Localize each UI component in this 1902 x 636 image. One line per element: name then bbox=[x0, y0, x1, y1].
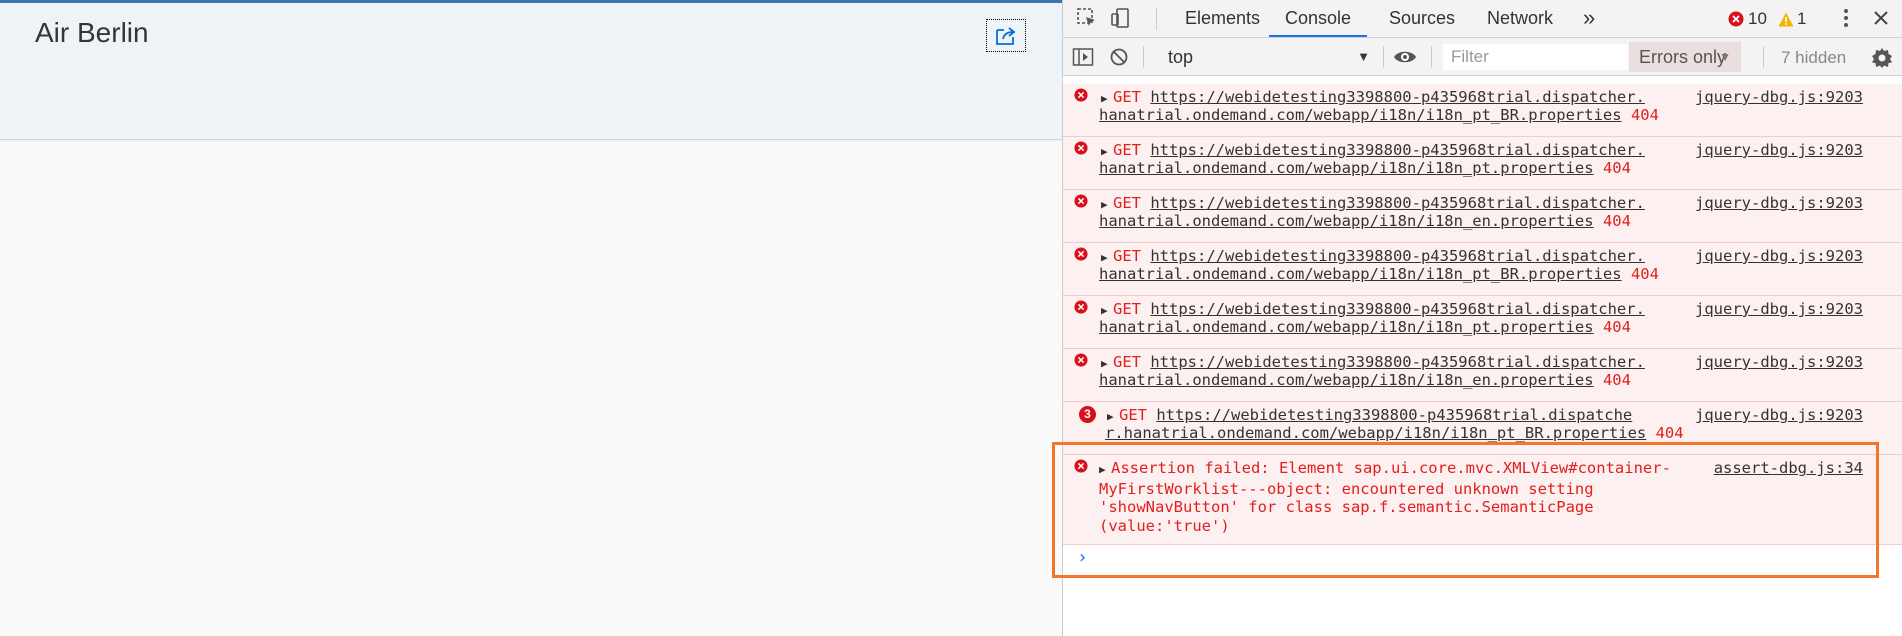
http-method: GET bbox=[1113, 194, 1141, 212]
expand-triangle-icon[interactable]: ▶ bbox=[1099, 461, 1111, 480]
hidden-messages-count: 7 hidden bbox=[1781, 48, 1847, 67]
gear-icon[interactable] bbox=[1870, 46, 1894, 70]
more-tabs-button[interactable]: » bbox=[1583, 0, 1595, 37]
source-link[interactable]: jquery-dbg.js:9203 bbox=[1695, 141, 1863, 159]
request-url[interactable]: https://webidetesting3398800-p435968tria… bbox=[1150, 353, 1645, 371]
warning-icon bbox=[1778, 12, 1794, 26]
request-url-continued[interactable]: hanatrial.ondemand.com/webapp/i18n/i18n_… bbox=[1099, 212, 1594, 230]
status-code: 404 bbox=[1602, 318, 1631, 336]
source-link[interactable]: jquery-dbg.js:9203 bbox=[1695, 194, 1863, 212]
request-url[interactable]: https://webidetesting3398800-p435968tria… bbox=[1150, 194, 1645, 212]
live-expression-eye-icon[interactable] bbox=[1393, 45, 1417, 69]
expand-triangle-icon[interactable]: ▶ bbox=[1107, 410, 1119, 423]
prompt-caret-icon: › bbox=[1077, 547, 1088, 568]
source-link[interactable]: jquery-dbg.js:9203 bbox=[1695, 300, 1863, 318]
status-code: 404 bbox=[1630, 106, 1659, 124]
expand-triangle-icon[interactable]: ▶ bbox=[1101, 357, 1113, 370]
console-error-message: ▶ GET https://webidetesting3398800-p43596… bbox=[1063, 84, 1902, 137]
context-value: top bbox=[1168, 47, 1194, 67]
request-url-continued[interactable]: r.hanatrial.ondemand.com/webapp/i18n/i18… bbox=[1105, 424, 1646, 442]
error-icon bbox=[1074, 353, 1088, 367]
console-error-message: ▶ GET https://webidetesting3398800-p43596… bbox=[1063, 190, 1902, 243]
http-method: GET bbox=[1113, 353, 1141, 371]
inspect-element-icon[interactable] bbox=[1075, 6, 1099, 30]
assertion-text: Assertion failed: Element sap.ui.core.mv… bbox=[1099, 459, 1671, 535]
console-prompt[interactable]: › bbox=[1063, 545, 1902, 575]
console-error-message: ▶ GET https://webidetesting3398800-p43596… bbox=[1063, 243, 1902, 296]
http-method: GET bbox=[1119, 406, 1147, 424]
error-icon bbox=[1074, 300, 1088, 314]
device-toolbar-icon[interactable] bbox=[1109, 6, 1133, 30]
context-selector[interactable]: top ▼ bbox=[1168, 44, 1376, 70]
devtools-panel: Elements Console Sources Network » 10 1 … bbox=[1062, 0, 1902, 636]
chevron-down-icon: ▼ bbox=[1719, 50, 1731, 64]
status-code: 404 bbox=[1630, 265, 1659, 283]
source-link[interactable]: jquery-dbg.js:9203 bbox=[1695, 353, 1863, 371]
http-method: GET bbox=[1113, 88, 1141, 106]
request-url-continued[interactable]: hanatrial.ondemand.com/webapp/i18n/i18n_… bbox=[1099, 318, 1594, 336]
tab-console[interactable]: Console bbox=[1269, 0, 1368, 37]
expand-triangle-icon[interactable]: ▶ bbox=[1101, 145, 1113, 158]
share-button[interactable] bbox=[986, 19, 1026, 52]
filter-input[interactable] bbox=[1443, 44, 1628, 70]
request-url-continued[interactable]: hanatrial.ondemand.com/webapp/i18n/i18n_… bbox=[1099, 371, 1594, 389]
http-method: GET bbox=[1113, 300, 1141, 318]
request-url-continued[interactable]: hanatrial.ondemand.com/webapp/i18n/i18n_… bbox=[1099, 159, 1594, 177]
request-url[interactable]: https://webidetesting3398800-p435968tria… bbox=[1150, 247, 1645, 265]
clear-console-icon[interactable] bbox=[1107, 45, 1131, 69]
request-url[interactable]: https://webidetesting3398800-p435968tria… bbox=[1150, 300, 1645, 318]
repeat-count-badge: 3 bbox=[1079, 406, 1096, 423]
request-url[interactable]: https://webidetesting3398800-p435968tria… bbox=[1156, 406, 1632, 424]
tab-network[interactable]: Network bbox=[1487, 0, 1553, 37]
chevron-down-icon: ▼ bbox=[1357, 49, 1370, 64]
warning-count: 1 bbox=[1797, 9, 1807, 28]
error-icon bbox=[1074, 141, 1088, 155]
log-levels-dropdown[interactable]: Errors only ▼ bbox=[1629, 42, 1741, 72]
status-code: 404 bbox=[1602, 212, 1631, 230]
source-link[interactable]: assert-dbg.js:34 bbox=[1714, 459, 1863, 477]
expand-triangle-icon[interactable]: ▶ bbox=[1101, 251, 1113, 264]
warning-count-badge[interactable]: 1 bbox=[1778, 9, 1806, 29]
log-levels-value: Errors only bbox=[1639, 47, 1727, 67]
expand-triangle-icon[interactable]: ▶ bbox=[1101, 198, 1113, 211]
share-icon bbox=[996, 26, 1016, 45]
status-code: 404 bbox=[1655, 424, 1684, 442]
tab-elements[interactable]: Elements bbox=[1185, 0, 1260, 37]
console-error-message: ▶ GET https://webidetesting3398800-p43596… bbox=[1063, 137, 1902, 190]
console-error-message: ▶ GET https://webidetesting3398800-p43596… bbox=[1063, 349, 1902, 402]
request-url-continued[interactable]: hanatrial.ondemand.com/webapp/i18n/i18n_… bbox=[1099, 106, 1622, 124]
devtools-tabbar: Elements Console Sources Network » 10 1 bbox=[1063, 0, 1902, 38]
console-messages: ▶ GET https://webidetesting3398800-p43596… bbox=[1063, 76, 1902, 636]
request-url[interactable]: https://webidetesting3398800-p435968tria… bbox=[1150, 88, 1645, 106]
page-title: Air Berlin bbox=[35, 17, 149, 48]
status-code: 404 bbox=[1602, 159, 1631, 177]
console-grouped-error-message: 3 ▶ GET https://webidetesting3398800-p435… bbox=[1063, 402, 1902, 455]
request-url[interactable]: https://webidetesting3398800-p435968tria… bbox=[1150, 141, 1645, 159]
sidebar-toggle-icon[interactable] bbox=[1071, 45, 1095, 69]
source-link[interactable]: jquery-dbg.js:9203 bbox=[1695, 406, 1863, 424]
source-link[interactable]: jquery-dbg.js:9203 bbox=[1695, 88, 1863, 106]
error-count: 10 bbox=[1748, 9, 1767, 28]
expand-triangle-icon[interactable]: ▶ bbox=[1101, 92, 1113, 105]
console-toolbar: top ▼ Errors only ▼ 7 hidden bbox=[1063, 38, 1902, 76]
error-icon bbox=[1074, 459, 1088, 473]
error-icon bbox=[1074, 194, 1088, 208]
tab-sources[interactable]: Sources bbox=[1389, 0, 1455, 37]
error-icon bbox=[1074, 247, 1088, 261]
error-icon bbox=[1728, 11, 1744, 27]
error-count-badge[interactable]: 10 bbox=[1728, 9, 1767, 29]
source-link[interactable]: jquery-dbg.js:9203 bbox=[1695, 247, 1863, 265]
http-method: GET bbox=[1113, 247, 1141, 265]
request-url-continued[interactable]: hanatrial.ondemand.com/webapp/i18n/i18n_… bbox=[1099, 265, 1622, 283]
close-icon[interactable] bbox=[1869, 6, 1893, 30]
console-error-message: ▶ GET https://webidetesting3398800-p43596… bbox=[1063, 296, 1902, 349]
kebab-menu-icon[interactable] bbox=[1834, 6, 1858, 30]
app-header: Air Berlin bbox=[0, 0, 1062, 140]
error-icon bbox=[1074, 88, 1088, 102]
status-code: 404 bbox=[1602, 371, 1631, 389]
console-assertion-message: ▶ Assertion failed: Element sap.ui.core.m… bbox=[1063, 455, 1902, 545]
expand-triangle-icon[interactable]: ▶ bbox=[1101, 304, 1113, 317]
app-pane: Air Berlin bbox=[0, 0, 1062, 636]
http-method: GET bbox=[1113, 141, 1141, 159]
